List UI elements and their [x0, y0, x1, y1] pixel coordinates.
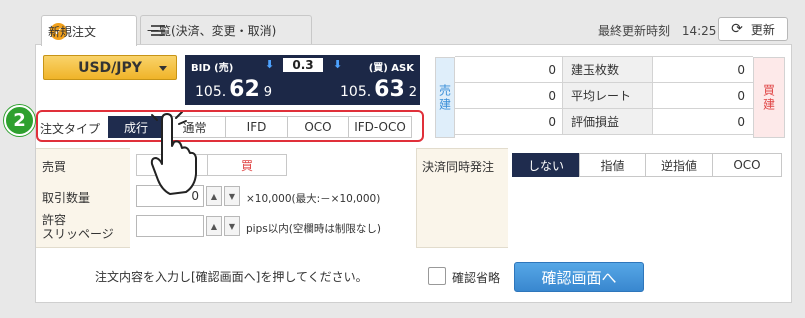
table-row: 0 評価損益 0	[455, 108, 753, 135]
tab-label: 一覧(決済、変更・取消)	[147, 24, 277, 38]
sell-count-value: 0	[455, 57, 563, 82]
last-update: 最終更新時刻 14:25	[598, 22, 716, 39]
bid-price-tail: 9	[263, 85, 273, 100]
confirm-button[interactable]: 確認画面へ	[514, 262, 644, 292]
position-summary: 売建 0 建玉枚数 0 0 平均レート 0 0 評価損益 0 買建	[435, 56, 785, 139]
ask-price-main: 63	[374, 77, 405, 102]
ask-price-prefix: 105.	[340, 84, 372, 100]
quantity-note: ×10,000(最大:－×10,000)	[246, 193, 381, 205]
tab-label: 新規注文	[48, 24, 97, 39]
row-label: 平均レート	[563, 83, 653, 108]
ask-price[interactable]: 105. 63 2	[340, 77, 417, 102]
refresh-icon: ⟳	[731, 21, 743, 37]
table-row: 0 建玉枚数 0	[455, 56, 753, 83]
ask-label: (買) ASK	[368, 63, 414, 74]
row-label: 建玉枚数	[563, 57, 653, 82]
slippage-input[interactable]	[136, 215, 204, 237]
row-label: 評価損益	[563, 109, 653, 134]
settle-limit-button[interactable]: 指値	[579, 153, 646, 177]
price-board: BID (売) ⬇ 0.3 ⬇ (買) ASK 105. 62 9 105. 6…	[185, 55, 420, 105]
refresh-label: 更新	[750, 22, 775, 37]
step-badge: 2	[4, 105, 35, 136]
chevron-down-icon	[159, 66, 167, 71]
divider	[416, 148, 417, 248]
arrow-down-icon: ⬇	[265, 58, 275, 71]
buy-position-label: 買建	[753, 57, 785, 138]
settle-none-button[interactable]: しない	[512, 153, 580, 177]
sell-pl-value: 0	[455, 109, 563, 134]
settle-order-group: しない 指値 逆指値 OCO	[512, 153, 782, 177]
tab-new-order[interactable]: ✓ 新規注文	[41, 15, 137, 46]
settle-order-label: 決済同時発注	[422, 160, 495, 174]
bid-price-prefix: 105.	[195, 84, 227, 100]
skip-confirm-label: 確認省略	[452, 271, 501, 285]
settle-oco-button[interactable]: OCO	[712, 153, 782, 177]
refresh-button[interactable]: ⟳ 更新	[718, 17, 788, 41]
sell-avg-value: 0	[455, 83, 563, 108]
spread-value: 0.3	[283, 58, 323, 72]
slippage-note: pips以内(空欄時は制限なし)	[246, 223, 381, 235]
bid-label: BID (売)	[191, 63, 234, 74]
decrement-button[interactable]: ▼	[224, 186, 240, 206]
bid-price-main: 62	[229, 77, 260, 102]
increment-button[interactable]: ▲	[206, 186, 222, 206]
settle-stop-button[interactable]: 逆指値	[645, 153, 713, 177]
table-row: 0 平均レート 0	[455, 82, 753, 109]
last-update-label: 最終更新時刻	[598, 24, 671, 38]
buy-button[interactable]: 買	[207, 154, 287, 176]
side-label: 売買	[42, 160, 67, 174]
sell-position-label: 売建	[435, 57, 455, 138]
quantity-label: 取引数量	[42, 191, 91, 205]
increment-button[interactable]: ▲	[206, 216, 222, 236]
pointer-hand-icon	[150, 112, 197, 195]
buy-pl-value: 0	[737, 115, 745, 129]
buy-avg-value: 0	[737, 89, 745, 103]
slippage-label-2: スリッページ	[42, 227, 114, 241]
decrement-button[interactable]: ▼	[224, 216, 240, 236]
instruction-text: 注文内容を入力し[確認画面へ]を押してください。	[95, 270, 368, 284]
currency-pair-select[interactable]: USD/JPY	[43, 55, 177, 80]
bid-price[interactable]: 105. 62 9	[195, 77, 272, 102]
buy-count-value: 0	[737, 63, 745, 77]
last-update-time: 14:25	[681, 24, 717, 38]
tab-order-list[interactable]: 一覧(決済、変更・取消)	[140, 15, 312, 45]
currency-pair-value: USD/JPY	[78, 59, 142, 76]
arrow-down-icon: ⬇	[333, 58, 343, 71]
buy-position-text: 買建	[761, 83, 776, 112]
position-grid: 0 建玉枚数 0 0 平均レート 0 0 評価損益 0	[455, 56, 753, 135]
skip-confirm-checkbox[interactable]	[428, 267, 446, 285]
ask-price-tail: 2	[408, 85, 418, 100]
highlight-box	[36, 110, 424, 142]
